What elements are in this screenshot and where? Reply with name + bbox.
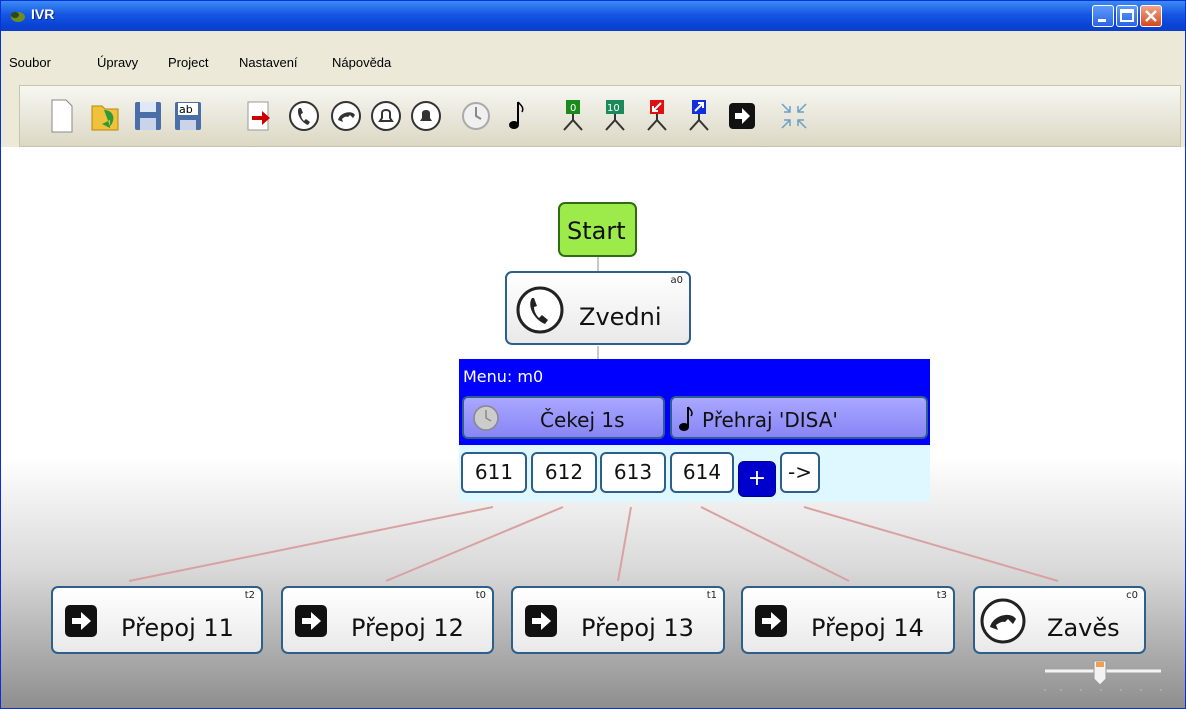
key-614[interactable]: 614 <box>670 452 734 493</box>
collapse-icon[interactable] <box>778 98 810 134</box>
app-window: IVR Soubor Úpravy Project Nastavení Nápo… <box>0 0 1186 709</box>
branch-red-icon[interactable] <box>642 98 674 134</box>
menu-nastaveni[interactable]: Nastavení <box>239 55 298 70</box>
menu-actions: Čekej 1s Přehraj 'DISA' <box>459 393 930 445</box>
maximize-button[interactable] <box>1116 5 1138 27</box>
zoom-slider[interactable] <box>1041 657 1165 697</box>
open-folder-icon[interactable] <box>90 98 122 134</box>
export-icon[interactable] <box>242 98 274 134</box>
wait-label: Čekej 1s <box>540 408 625 432</box>
music-note-icon[interactable] <box>500 98 532 134</box>
transfer-icon <box>295 605 327 637</box>
pickup-phone-icon <box>516 286 564 334</box>
transfer-tag: t3 <box>936 590 947 601</box>
new-file-icon[interactable] <box>46 98 78 134</box>
transfer-node-12[interactable]: Přepoj 12 t0 <box>281 586 494 654</box>
transfer-node-13[interactable]: Přepoj 13 t1 <box>511 586 725 654</box>
svg-text:10: 10 <box>607 103 620 114</box>
toolbar: ab 0 10 <box>19 85 1181 147</box>
play-label: Přehraj 'DISA' <box>702 408 838 432</box>
key-613[interactable]: 613 <box>600 452 666 493</box>
add-key-button[interactable]: + <box>738 461 776 497</box>
pickup-label: Zvedni <box>579 303 662 331</box>
transfer-label: Přepoj 14 <box>811 614 924 642</box>
branch-10-icon[interactable]: 10 <box>600 98 632 134</box>
minimize-icon <box>1098 19 1106 22</box>
close-button[interactable] <box>1140 5 1162 27</box>
title-bar[interactable]: IVR <box>1 1 1185 31</box>
wait-action[interactable]: Čekej 1s <box>462 396 665 439</box>
menu-node[interactable]: Menu: m0 Čekej 1s Přehraj 'DISA' 611 612… <box>459 359 930 502</box>
arrow-right-icon[interactable] <box>726 98 758 134</box>
menu-soubor[interactable]: Soubor <box>9 55 51 70</box>
menu-bar: Soubor Úpravy Project Nastavení Nápověda <box>1 51 1185 73</box>
menu-project[interactable]: Project <box>168 55 208 70</box>
start-node[interactable]: Start <box>558 202 637 257</box>
zoom-slider-thumb[interactable] <box>1093 660 1107 686</box>
music-note-icon <box>679 406 693 431</box>
transfer-node-11[interactable]: Přepoj 11 t2 <box>51 586 263 654</box>
save-icon[interactable] <box>132 98 164 134</box>
minimize-button[interactable] <box>1092 5 1114 27</box>
save-as-icon[interactable]: ab <box>172 98 204 134</box>
hangup-phone-icon[interactable] <box>330 98 362 134</box>
hangup-icon <box>980 598 1026 644</box>
hangup-label: Zavěs <box>1047 614 1120 642</box>
transfer-icon <box>525 605 557 637</box>
bell-icon[interactable] <box>370 98 402 134</box>
transfer-tag: t2 <box>244 590 255 601</box>
menu-napoveda[interactable]: Nápověda <box>332 55 391 70</box>
clock-icon[interactable] <box>460 98 492 134</box>
transfer-tag: t1 <box>706 590 717 601</box>
play-action[interactable]: Přehraj 'DISA' <box>670 396 928 439</box>
menu-upravy[interactable]: Úpravy <box>97 55 138 70</box>
pickup-phone-icon[interactable] <box>288 98 320 134</box>
menu-title: Menu: m0 <box>463 367 544 386</box>
maximize-icon <box>1120 9 1134 22</box>
transfer-node-14[interactable]: Přepoj 14 t3 <box>741 586 955 654</box>
close-icon <box>1145 10 1157 22</box>
key-612[interactable]: 612 <box>531 452 597 493</box>
hangup-node[interactable]: Zavěs c0 <box>973 586 1146 654</box>
clock-icon <box>473 405 499 431</box>
bell-filled-icon[interactable] <box>410 98 442 134</box>
transfer-icon <box>65 605 97 637</box>
branch-blue-icon[interactable] <box>684 98 716 134</box>
next-key-button[interactable]: -> <box>780 452 820 493</box>
menu-header: Menu: m0 <box>459 359 930 393</box>
window-title: IVR <box>31 6 55 22</box>
svg-text:ab: ab <box>179 103 193 116</box>
key-611[interactable]: 611 <box>461 452 527 493</box>
pickup-node[interactable]: Zvedni a0 <box>505 271 691 345</box>
pickup-tag: a0 <box>670 275 684 286</box>
app-logo-icon <box>11 12 25 22</box>
start-label: Start <box>567 217 626 245</box>
hangup-tag: c0 <box>1126 590 1138 601</box>
transfer-label: Přepoj 12 <box>351 614 464 642</box>
transfer-icon <box>755 605 787 637</box>
svg-text:0: 0 <box>570 103 576 114</box>
transfer-label: Přepoj 13 <box>581 614 694 642</box>
transfer-label: Přepoj 11 <box>121 614 234 642</box>
branch-0-icon[interactable]: 0 <box>558 98 590 134</box>
transfer-tag: t0 <box>475 590 486 601</box>
